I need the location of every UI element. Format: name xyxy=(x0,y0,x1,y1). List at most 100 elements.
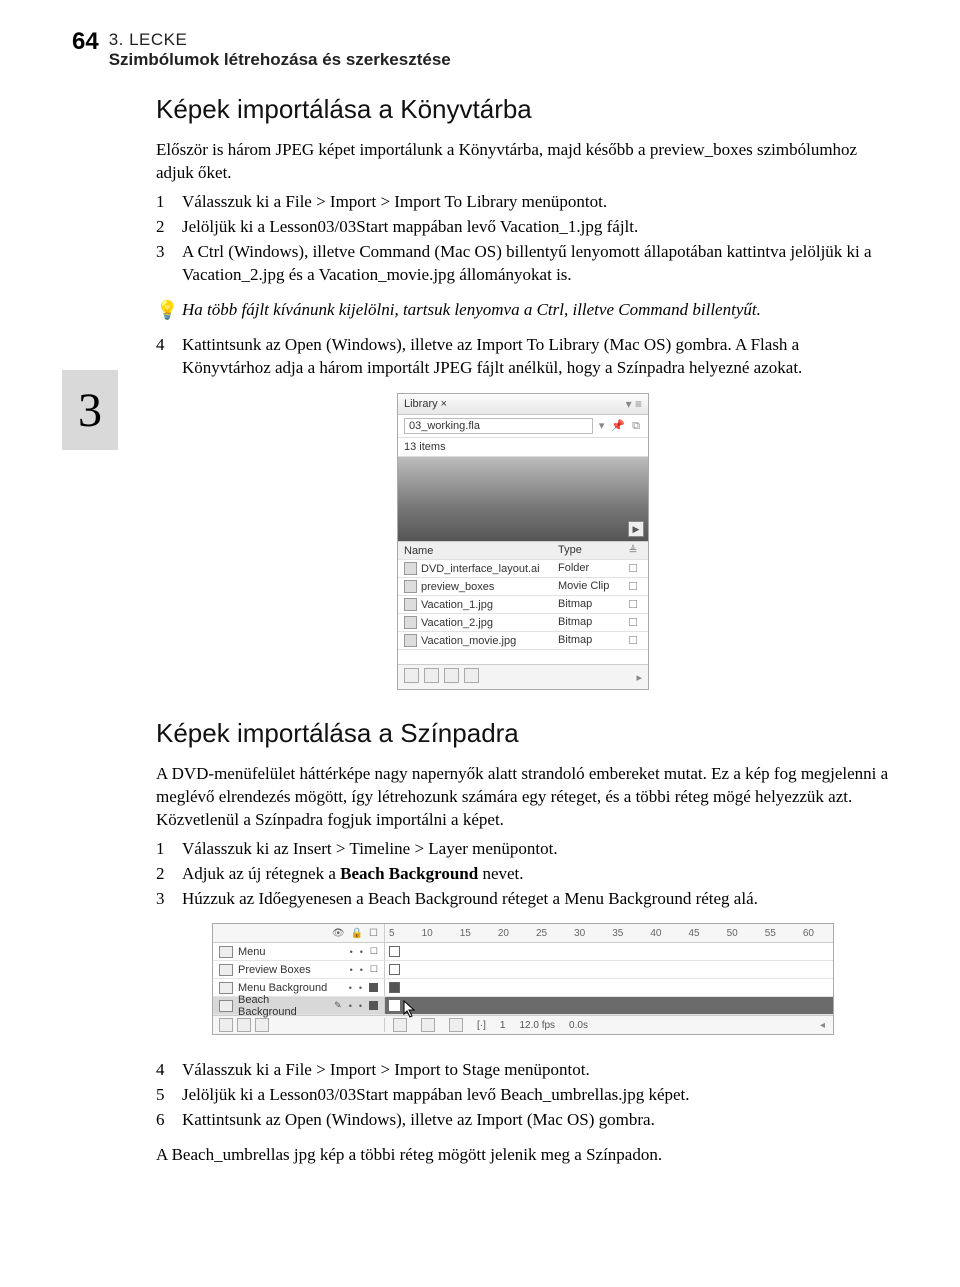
timeline-track[interactable] xyxy=(385,943,833,960)
item-options-icon[interactable]: ☐ xyxy=(624,580,642,593)
layer-icon xyxy=(219,946,233,958)
library-item-name: Vacation_2.jpg xyxy=(421,617,493,629)
layer-name: Preview Boxes xyxy=(238,964,311,976)
library-item[interactable]: preview_boxes Movie Clip ☐ xyxy=(398,578,648,596)
step-item: 4Válasszuk ki a File > Import > Import t… xyxy=(156,1059,890,1082)
library-item[interactable]: DVD_interface_layout.ai Folder ☐ xyxy=(398,560,648,578)
timeline-layer-row-selected[interactable]: Beach Background✎•• xyxy=(213,997,833,1015)
layer-name: Beach Background xyxy=(238,994,329,1018)
bitmap-icon xyxy=(404,598,417,611)
library-tab-label[interactable]: Library × xyxy=(404,398,447,410)
step-text: Húzzuk az Időegyenesen a Beach Backgroun… xyxy=(182,888,890,911)
library-preview: ▶ xyxy=(398,457,648,541)
library-item-type: Bitmap xyxy=(558,634,624,647)
timeline-btn[interactable] xyxy=(421,1018,435,1032)
item-options-icon[interactable]: ☐ xyxy=(624,598,642,611)
step-text: Válasszuk ki a File > Import > Import To… xyxy=(182,191,890,214)
movieclip-icon xyxy=(404,580,417,593)
library-item-name: Vacation_1.jpg xyxy=(421,599,493,611)
cursor-icon xyxy=(403,1000,417,1018)
step-text: Kattintsunk az Open (Windows), illetve a… xyxy=(182,1109,890,1132)
ruler-tick: 40 xyxy=(650,928,661,939)
intro-paragraph-1: Először is három JPEG képet importálunk … xyxy=(156,139,890,185)
library-item-name: DVD_interface_layout.ai xyxy=(421,563,540,575)
timeline-layer-row[interactable]: Menu••☐ xyxy=(213,943,833,961)
tip-row: 💡 Ha több fájlt kívánunk kijelölni, tart… xyxy=(156,299,890,322)
new-folder-button[interactable] xyxy=(237,1018,251,1032)
new-folder-button[interactable] xyxy=(424,668,439,683)
timeline-btn[interactable] xyxy=(393,1018,407,1032)
current-frame: 1 xyxy=(500,1020,506,1031)
ruler-tick: 60 xyxy=(803,928,814,939)
step-item: 3Húzzuk az Időegyenesen a Beach Backgrou… xyxy=(156,888,890,911)
library-item-type: Folder xyxy=(558,562,624,575)
step-text: Válasszuk ki az Insert > Timeline > Laye… xyxy=(182,838,890,861)
layer-icon xyxy=(219,982,233,994)
page-header: 64 3. LECKE Szimbólumok létrehozása és s… xyxy=(116,30,890,70)
step-item: 2Adjuk az új rétegnek a Beach Background… xyxy=(156,863,890,886)
page-number: 64 xyxy=(72,30,99,54)
delete-button[interactable] xyxy=(464,668,479,683)
library-item[interactable]: Vacation_movie.jpg Bitmap ☐ xyxy=(398,632,648,650)
step-text: A Ctrl (Windows), illetve Command (Mac O… xyxy=(182,241,890,287)
bitmap-icon xyxy=(404,616,417,629)
section-heading-1: Képek importálása a Könyvtárba xyxy=(156,94,890,125)
step-text: Kattintsunk az Open (Windows), illetve a… xyxy=(182,334,890,380)
timeline-track[interactable] xyxy=(385,979,833,996)
timeline-header-icons: 👁 🔒 ☐ xyxy=(213,924,385,942)
ruler-tick: 25 xyxy=(536,928,547,939)
step-item: 2Jelöljük ki a Lesson03/03Start mappában… xyxy=(156,216,890,239)
step-item: 1Válasszuk ki az Insert > Timeline > Lay… xyxy=(156,838,890,861)
ruler-tick: 5 xyxy=(389,928,395,939)
ruler-tick: 20 xyxy=(498,928,509,939)
library-item[interactable]: Vacation_2.jpg Bitmap ☐ xyxy=(398,614,648,632)
preview-play-button[interactable]: ▶ xyxy=(628,521,644,537)
library-right-icons[interactable]: ▾ 📌 ⧉ xyxy=(599,419,642,433)
col-name-header[interactable]: Name xyxy=(404,544,558,557)
layer-icon xyxy=(219,1000,233,1012)
timeline-footer-right: [·] 1 12.0 fps 0.0s ◂ xyxy=(385,1018,833,1032)
scroll-right-icon[interactable]: ▸ xyxy=(636,671,642,684)
panel-menu-icon[interactable]: ▾ ≡ xyxy=(626,397,642,411)
step-item: 4Kattintsunk az Open (Windows), illetve … xyxy=(156,334,890,380)
timeline-btn[interactable] xyxy=(449,1018,463,1032)
item-options-icon[interactable]: ☐ xyxy=(624,562,642,575)
new-symbol-button[interactable] xyxy=(404,668,419,683)
timeline-ruler[interactable]: 5 10 15 20 25 30 35 40 45 50 55 60 xyxy=(385,924,833,942)
item-options-icon[interactable]: ☐ xyxy=(624,634,642,647)
step-text: Adjuk az új rétegnek a Beach Background … xyxy=(182,863,890,886)
library-file-dropdown[interactable]: 03_working.fla xyxy=(404,418,593,434)
library-item-name: Vacation_movie.jpg xyxy=(421,635,516,647)
step-text: Jelöljük ki a Lesson03/03Start mappában … xyxy=(182,216,890,239)
timeline-layer-row[interactable]: Preview Boxes••☐ xyxy=(213,961,833,979)
side-chapter-marker: 3 xyxy=(62,370,118,450)
lock-icon[interactable]: 🔒 xyxy=(351,928,363,939)
layer-name: Menu xyxy=(238,946,266,958)
intro-paragraph-2: A DVD-menüfelület háttérképe nagy napern… xyxy=(156,763,890,832)
lightbulb-icon: 💡 xyxy=(156,299,182,319)
timeline-footer-left xyxy=(213,1018,385,1032)
ruler-tick: 35 xyxy=(612,928,623,939)
ruler-tick: 55 xyxy=(765,928,776,939)
timeline-track[interactable] xyxy=(385,961,833,978)
item-options-icon[interactable]: ☐ xyxy=(624,616,642,629)
step-text: Válasszuk ki a File > Import > Import to… xyxy=(182,1059,890,1082)
col-type-header[interactable]: Type xyxy=(558,544,624,557)
timeline-panel: 👁 🔒 ☐ 5 10 15 20 25 30 35 40 45 50 55 60 xyxy=(212,923,834,1035)
timeline-track[interactable] xyxy=(385,997,833,1014)
eye-icon[interactable]: 👁 xyxy=(332,928,345,939)
col-sort-icon[interactable]: ≜ xyxy=(624,544,642,557)
library-item[interactable]: Vacation_1.jpg Bitmap ☐ xyxy=(398,596,648,614)
ruler-tick: 10 xyxy=(422,928,433,939)
library-columns-header[interactable]: Name Type ≜ xyxy=(398,541,648,560)
outline-icon[interactable]: ☐ xyxy=(369,928,378,939)
tip-text: Ha több fájlt kívánunk kijelölni, tartsu… xyxy=(182,299,890,322)
step-item: 3A Ctrl (Windows), illetve Command (Mac … xyxy=(156,241,890,287)
library-panel: Library × ▾ ≡ 03_working.fla ▾ 📌 ⧉ 13 it… xyxy=(397,393,649,690)
library-item-count: 13 items xyxy=(398,438,648,457)
folder-icon xyxy=(404,562,417,575)
properties-button[interactable] xyxy=(444,668,459,683)
delete-layer-button[interactable] xyxy=(255,1018,269,1032)
bitmap-icon xyxy=(404,634,417,647)
new-layer-button[interactable] xyxy=(219,1018,233,1032)
